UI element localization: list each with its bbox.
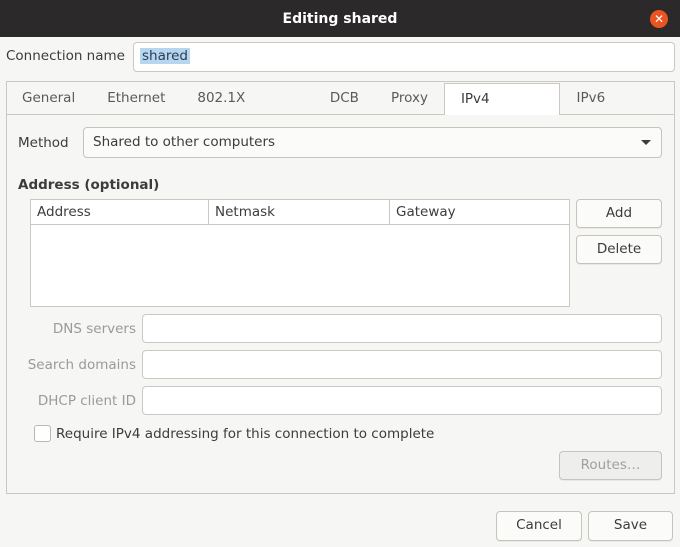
connection-name-label: Connection name xyxy=(6,48,125,64)
search-domains-label: Search domains xyxy=(27,357,136,373)
column-gateway[interactable]: Gateway xyxy=(390,200,569,224)
save-button[interactable]: Save xyxy=(588,511,673,541)
tab-general[interactable]: General xyxy=(6,81,91,114)
dhcp-client-id-input[interactable] xyxy=(142,386,662,415)
address-heading: Address (optional) xyxy=(18,177,160,193)
tab-ipv4-settings[interactable]: IPv4 Settings xyxy=(443,83,561,138)
method-label: Method xyxy=(18,135,69,151)
cancel-button[interactable]: Cancel xyxy=(496,511,582,541)
tab-proxy[interactable]: Proxy xyxy=(375,81,444,114)
chevron-down-icon xyxy=(641,140,651,145)
connection-name-input[interactable]: shared xyxy=(133,42,675,72)
dns-servers-label: DNS servers xyxy=(52,321,136,337)
dns-servers-input[interactable] xyxy=(142,314,662,343)
dhcp-client-id-label: DHCP client ID xyxy=(37,393,136,409)
window-title: Editing shared xyxy=(282,10,398,27)
method-value: Shared to other computers xyxy=(93,134,276,150)
tab-dcb[interactable]: DCB xyxy=(314,81,375,114)
add-button[interactable]: Add xyxy=(576,199,662,228)
tab-ethernet[interactable]: Ethernet xyxy=(91,81,181,114)
close-icon[interactable]: ✕ xyxy=(650,10,668,28)
delete-button[interactable]: Delete xyxy=(576,235,662,264)
tab-8021x-security[interactable]: 802.1X Security xyxy=(181,81,314,140)
require-ipv4-checkbox[interactable] xyxy=(34,425,51,442)
tab-bar: General Ethernet 802.1X Security DCB Pro… xyxy=(6,81,675,140)
method-dropdown[interactable]: Shared to other computers xyxy=(83,127,662,158)
search-domains-input[interactable] xyxy=(142,350,662,379)
column-address[interactable]: Address xyxy=(31,200,209,224)
column-netmask[interactable]: Netmask xyxy=(209,200,390,224)
require-ipv4-label[interactable]: Require IPv4 addressing for this connect… xyxy=(56,424,434,444)
tab-ipv6-settings[interactable]: IPv6 Settings xyxy=(560,81,675,140)
routes-button[interactable]: Routes… xyxy=(559,451,662,480)
title-bar: Editing shared ✕ xyxy=(0,0,680,37)
address-table[interactable]: Address Netmask Gateway xyxy=(30,199,570,307)
